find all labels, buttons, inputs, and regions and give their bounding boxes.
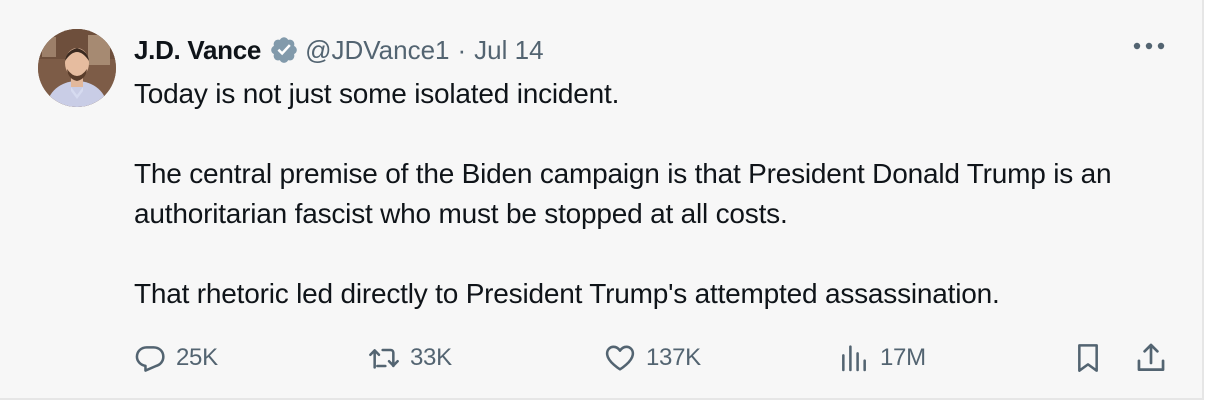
share-icon[interactable] xyxy=(1134,341,1168,375)
bar-chart-icon xyxy=(842,345,866,372)
more-icon[interactable] xyxy=(1132,40,1166,52)
views-button[interactable]: 17M xyxy=(838,338,926,378)
avatar-photo xyxy=(38,29,116,107)
tweet-card[interactable]: J.D. Vance @JDVance1 · Jul 14 Today is n… xyxy=(0,0,1204,400)
repost-button[interactable]: 33K xyxy=(368,338,452,378)
tweet-paragraph: Today is not just some isolated incident… xyxy=(134,78,620,109)
verified-badge-icon[interactable] xyxy=(269,35,299,65)
tweet-paragraph: The central premise of the Biden campaig… xyxy=(134,158,1112,229)
tweet-text: Today is not just some isolated incident… xyxy=(134,74,1174,314)
repost-icon xyxy=(369,348,399,369)
repost-count: 33K xyxy=(410,344,452,371)
separator-dot: · xyxy=(457,34,467,65)
reply-icon xyxy=(135,346,165,372)
bookmark-icon[interactable] xyxy=(1072,341,1104,375)
display-name[interactable]: J.D. Vance xyxy=(134,35,261,66)
tweet-header: J.D. Vance @JDVance1 · Jul 14 xyxy=(134,30,544,70)
like-button[interactable]: 137K xyxy=(604,338,701,378)
action-bar: 25K 33K 137K 17M xyxy=(134,338,1174,378)
avatar[interactable] xyxy=(38,29,116,107)
timestamp[interactable]: Jul 14 xyxy=(474,35,543,66)
reply-count: 25K xyxy=(176,344,218,371)
tweet-paragraph: That rhetoric led directly to President … xyxy=(134,278,1000,309)
view-count: 17M xyxy=(880,344,926,371)
like-count: 137K xyxy=(646,344,701,371)
handle[interactable]: @JDVance1 xyxy=(305,35,449,66)
heart-icon xyxy=(605,345,635,371)
reply-button[interactable]: 25K xyxy=(134,338,218,378)
